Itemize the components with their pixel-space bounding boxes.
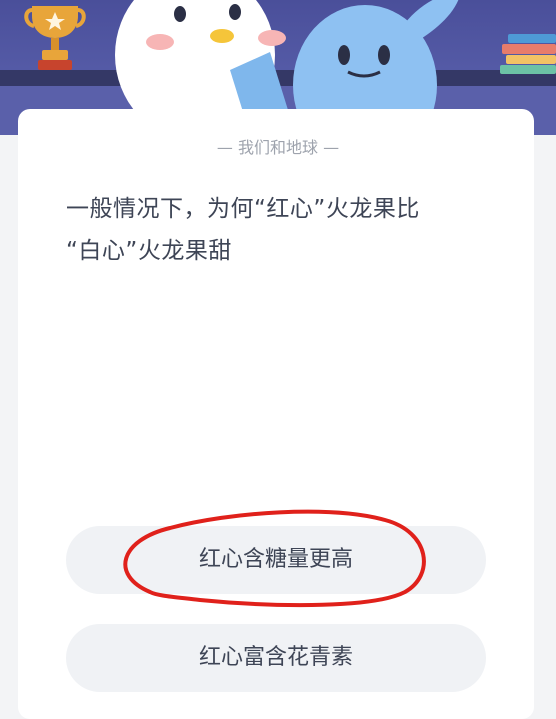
question-line-1: 一般情况下，为何“红心”火龙果比 [66, 196, 420, 222]
answer-option-2[interactable]: 红心富含花青素 [66, 624, 486, 692]
question-line-2: “白心”火龙果甜 [66, 238, 232, 264]
section-title: — 我们和地球 — [216, 138, 340, 157]
answer-option-1[interactable]: 红心含糖量更高 [66, 526, 486, 594]
answer-option-1-label: 红心含糖量更高 [198, 547, 353, 572]
books-icon [500, 34, 556, 74]
trophy-icon [24, 6, 86, 70]
answer-option-2-label: 红心富含花青素 [198, 645, 353, 670]
question-text: 一般情况下，为何“红心”火龙果比 “白心”火龙果甜 [66, 188, 506, 272]
